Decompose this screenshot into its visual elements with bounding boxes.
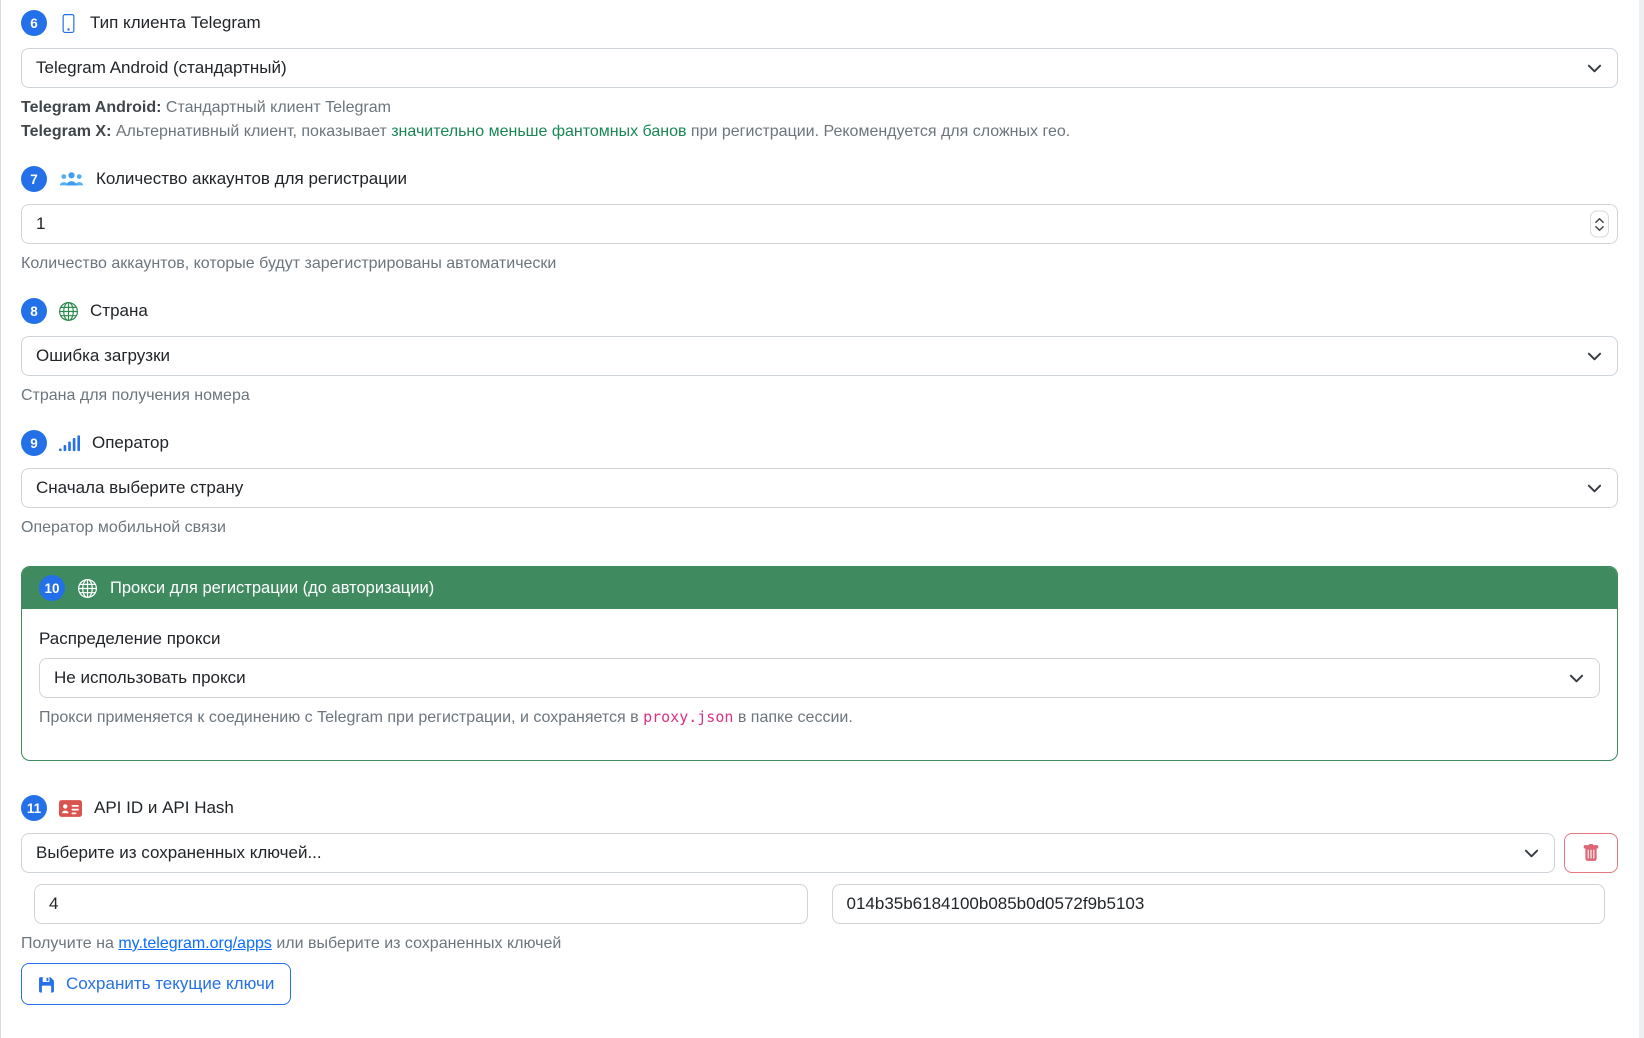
section-header: 6 Тип клиента Telegram [21,10,1618,36]
accounts-count-input[interactable] [36,214,1573,234]
save-keys-label: Сохранить текущие ключи [66,974,274,994]
help-text-android: Стандартный клиент Telegram [161,99,390,116]
accounts-count-help: Количество аккаунтов, которые будут заре… [21,252,1618,276]
api-id-input[interactable] [34,884,808,924]
api-hash-input[interactable] [832,884,1606,924]
proxy-select[interactable]: Не использовать прокси [39,658,1600,698]
section-accounts-count: 7 Количество аккаунтов для регистрации К… [21,166,1618,276]
registration-form: 6 Тип клиента Telegram Telegram Android … [1,0,1644,1005]
help-text-x-pre: Альтернативный клиент, показывает [111,123,391,140]
phone-icon [59,14,78,33]
section-title: Тип клиента Telegram [90,13,261,33]
section-title: Количество аккаунтов для регистрации [96,169,407,189]
proxy-card-body: Распределение прокси Не использовать про… [22,609,1617,760]
help-bold-android: Telegram Android: [21,99,161,116]
step-badge-10: 10 [39,575,65,601]
save-icon [38,976,55,993]
chevron-down-icon [1524,846,1539,861]
proxy-help: Прокси применяется к соединению с Telegr… [39,706,1600,730]
number-stepper[interactable] [1590,211,1609,238]
section-api-keys: 11 API ID и API Hash Выберите из сохране… [21,795,1618,1005]
api-keys-help: Получите на my.telegram.org/apps или выб… [21,935,1618,953]
help-text-x-highlight: значительно меньше фантомных банов [391,123,686,140]
country-select[interactable]: Ошибка загрузки [21,336,1618,376]
section-country: 8 Страна Ошибка загрузки Страна для полу… [21,298,1618,408]
help-line-telegram-x: Telegram X: Альтернативный клиент, показ… [21,120,1618,144]
operator-selected-value: Сначала выберите страну [36,478,243,498]
accounts-count-field [21,204,1618,244]
api-help-pre: Получите на [21,935,118,952]
users-icon [59,171,84,188]
api-credentials-row [21,884,1618,924]
section-operator: 9 Оператор Сначала выберите страну Опера… [21,430,1618,540]
stepper-up-icon [1595,217,1604,223]
section-header: 8 Страна [21,298,1618,324]
step-badge-11: 11 [21,795,47,821]
operator-help: Оператор мобильной связи [21,516,1618,540]
help-line-android: Telegram Android: Стандартный клиент Tel… [21,96,1618,120]
proxy-help-post: в папке сессии. [733,709,852,726]
step-badge-7: 7 [21,166,47,192]
proxy-card-header: 10 Прокси для регистрации (до авторизаци… [22,567,1617,609]
proxy-card: 10 Прокси для регистрации (до авторизаци… [21,566,1618,761]
api-keys-select-row: Выберите из сохраненных ключей... [21,833,1618,873]
trash-icon [1582,844,1600,862]
proxy-distribution-label: Распределение прокси [39,629,1600,649]
operator-select[interactable]: Сначала выберите страну [21,468,1618,508]
id-card-icon [59,800,82,817]
saved-keys-selected-value: Выберите из сохраненных ключей... [36,843,322,863]
stepper-down-icon [1595,225,1604,231]
api-help-post: или выберите из сохраненных ключей [272,935,561,952]
step-badge-8: 8 [21,298,47,324]
section-title: Оператор [92,433,169,453]
section-header: 11 API ID и API Hash [21,795,1618,821]
proxy-json-code: proxy.json [643,708,733,726]
save-keys-button[interactable]: Сохранить текущие ключи [21,963,291,1005]
client-type-help: Telegram Android: Стандартный клиент Tel… [21,96,1618,144]
chevron-down-icon [1587,481,1602,496]
country-selected-value: Ошибка загрузки [36,346,170,366]
saved-keys-select[interactable]: Выберите из сохраненных ключей... [21,833,1555,873]
section-title: Страна [90,301,148,321]
proxy-help-pre: Прокси применяется к соединению с Telegr… [39,709,643,726]
step-badge-9: 9 [21,430,47,456]
globe-icon [78,579,97,598]
section-title: API ID и API Hash [94,798,234,818]
help-bold-x: Telegram X: [21,123,111,140]
globe-icon [59,302,78,321]
chevron-down-icon [1587,61,1602,76]
proxy-selected-value: Не использовать прокси [54,668,246,688]
client-type-selected-value: Telegram Android (стандартный) [36,58,287,78]
country-help: Страна для получения номера [21,384,1618,408]
section-header: 7 Количество аккаунтов для регистрации [21,166,1618,192]
client-type-select[interactable]: Telegram Android (стандартный) [21,48,1618,88]
section-title: Прокси для регистрации (до авторизации) [110,579,434,598]
chevron-down-icon [1569,671,1584,686]
chevron-down-icon [1587,349,1602,364]
delete-key-button[interactable] [1564,833,1618,873]
section-client-type: 6 Тип клиента Telegram Telegram Android … [21,10,1618,144]
scrollbar[interactable] [1639,0,1644,1038]
section-header: 9 Оператор [21,430,1618,456]
telegram-apps-link[interactable]: my.telegram.org/apps [118,935,272,952]
signal-bars-icon [59,435,80,452]
help-text-x-post: при регистрации. Рекомендуется для сложн… [686,123,1070,140]
step-badge-6: 6 [21,10,47,36]
